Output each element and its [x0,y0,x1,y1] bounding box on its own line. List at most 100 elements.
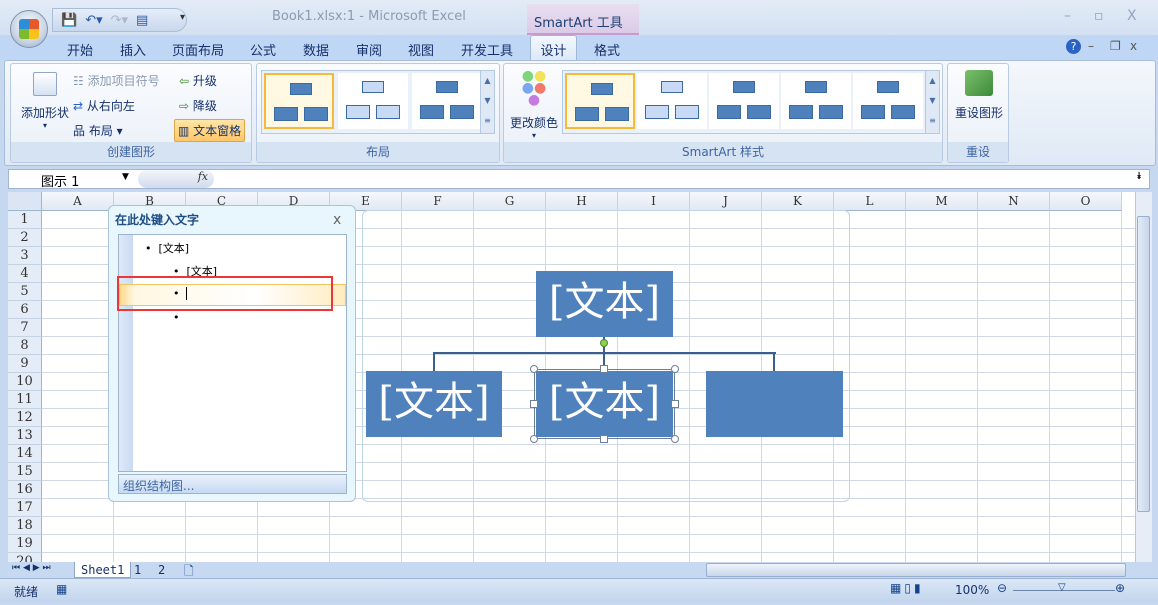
tab-format[interactable]: 格式 [594,40,620,59]
tab-page-layout[interactable]: 页面布局 [172,40,224,59]
smartart-child-box[interactable] [706,371,843,437]
customize-qat-icon[interactable]: ▾ [180,12,185,23]
resize-handle[interactable] [530,365,538,373]
column-header[interactable]: K [762,192,834,211]
text-pane-editor[interactable]: • [文本] • [文本] • • [118,234,347,472]
resize-handle[interactable] [671,365,679,373]
row-header[interactable]: 3 [8,247,42,265]
column-header[interactable]: G [474,192,546,211]
style-option-4[interactable] [781,73,851,129]
row-header[interactable]: 4 [8,265,42,283]
zoom-in-button[interactable]: ⊕ [1115,581,1125,595]
view-buttons[interactable]: ▦▯▮ [890,581,924,595]
maximize-button[interactable]: ▫ [1094,8,1104,24]
change-colors-button[interactable]: ●● ●● ● 更改颜色 ▾ [508,69,560,140]
resize-handle[interactable] [671,400,679,408]
workbook-minimize-button[interactable]: – [1088,39,1094,53]
resize-handle[interactable] [530,400,538,408]
row-header[interactable]: 10 [8,373,42,391]
bullet-item[interactable]: • [173,311,186,324]
smartart-frame[interactable] [362,210,850,502]
tab-review[interactable]: 审阅 [356,40,382,59]
style-option-3[interactable] [709,73,779,129]
name-box-dropdown-icon[interactable]: ▼ [122,172,129,182]
row-header[interactable]: 17 [8,499,42,517]
horizontal-scrollbar[interactable] [706,563,1126,577]
row-header[interactable]: 5 [8,283,42,301]
select-all-corner[interactable] [8,192,42,211]
add-shape-button[interactable]: 添加形状 ▾ [17,72,73,130]
workbook-close-button[interactable]: x [1130,39,1137,53]
close-button[interactable]: X [1127,8,1137,24]
rotate-handle[interactable] [600,339,608,347]
undo-icon[interactable]: ↶▾ [85,13,102,28]
row-header[interactable]: 12 [8,409,42,427]
column-header[interactable]: O [1050,192,1122,211]
right-to-left-button[interactable]: ⇄ 从右向左 [73,97,135,114]
redo-icon[interactable]: ↷▾ [111,13,128,28]
row-header[interactable]: 14 [8,445,42,463]
layout-option-org-chart[interactable] [264,73,334,129]
help-icon[interactable]: ? [1066,39,1081,54]
row-header[interactable]: 19 [8,535,42,553]
layout-option-hierarchy[interactable] [338,73,408,129]
workbook-restore-button[interactable]: ❐ [1110,39,1121,53]
resize-handle[interactable] [530,435,538,443]
insert-function-button[interactable]: fx [138,170,214,188]
office-button[interactable] [10,10,48,48]
smartart-top-box[interactable]: [文本] [536,271,673,337]
row-header[interactable]: 7 [8,319,42,337]
name-box[interactable]: 图示 1 [9,170,134,190]
sheet-nav-buttons[interactable]: ⏮ ◀ ▶ ⏭ [12,563,51,573]
column-header[interactable]: M [906,192,978,211]
column-header[interactable]: J [690,192,762,211]
tab-design[interactable]: 设计 [530,35,577,61]
tab-view[interactable]: 视图 [408,40,434,59]
tab-developer[interactable]: 开发工具 [461,40,513,59]
column-header[interactable]: I [618,192,690,211]
row-header[interactable]: 1 [8,211,42,229]
reset-graphic-button[interactable]: 重设图形 [952,70,1006,121]
column-header[interactable]: A [42,192,114,211]
zoom-slider-thumb[interactable]: ▽ [1058,582,1066,593]
bullet-item[interactable]: • [文本] [145,240,189,256]
column-header[interactable]: N [978,192,1050,211]
tab-formulas[interactable]: 公式 [250,40,276,59]
row-header[interactable]: 20 [8,553,42,562]
tab-insert[interactable]: 插入 [120,40,146,59]
row-header[interactable]: 16 [8,481,42,499]
gallery-scroll[interactable]: ▲ ▼ ≡ [925,71,939,133]
row-header[interactable]: 8 [8,337,42,355]
resize-handle[interactable] [671,435,679,443]
zoom-out-button[interactable]: ⊖ [997,581,1007,595]
tab-data[interactable]: 数据 [303,40,329,59]
layout-option-labeled-hierarchy[interactable] [412,73,482,129]
add-bullet-button[interactable]: ☷ 添加项目符号 [73,72,160,89]
zoom-level[interactable]: 100% [955,583,989,597]
column-header[interactable]: L [834,192,906,211]
save-icon[interactable]: 💾 [61,13,77,28]
resize-handle[interactable] [600,435,608,443]
layout-icon[interactable]: ▤ [136,13,148,28]
text-pane-button[interactable]: ▥ 文本窗格 [174,119,246,142]
resize-handle[interactable] [600,365,608,373]
text-pane-close-button[interactable]: x [333,212,341,228]
row-header[interactable]: 18 [8,517,42,535]
smartart-child-box[interactable]: [文本] [366,371,502,437]
row-header[interactable]: 2 [8,229,42,247]
macro-record-icon[interactable]: ▦ [56,582,67,596]
sheet-tab[interactable]: 2 [158,563,165,577]
promote-button[interactable]: ⇦ 升级 [179,72,217,89]
column-header[interactable]: H [546,192,618,211]
text-pane-footer-link[interactable]: 组织结构图... [118,474,347,494]
sheet-tab[interactable]: 1 [134,563,141,577]
row-header[interactable]: 13 [8,427,42,445]
minimize-button[interactable]: – [1064,8,1071,24]
gallery-scroll[interactable]: ▲ ▼ ≡ [480,71,494,133]
tab-home[interactable]: 开始 [67,40,93,59]
sheet-tab-active[interactable]: Sheet1 [74,562,132,578]
style-option-5[interactable] [853,73,923,129]
row-header[interactable]: 6 [8,301,42,319]
vertical-scroll-thumb[interactable] [1137,216,1150,512]
style-option-2[interactable] [637,73,707,129]
